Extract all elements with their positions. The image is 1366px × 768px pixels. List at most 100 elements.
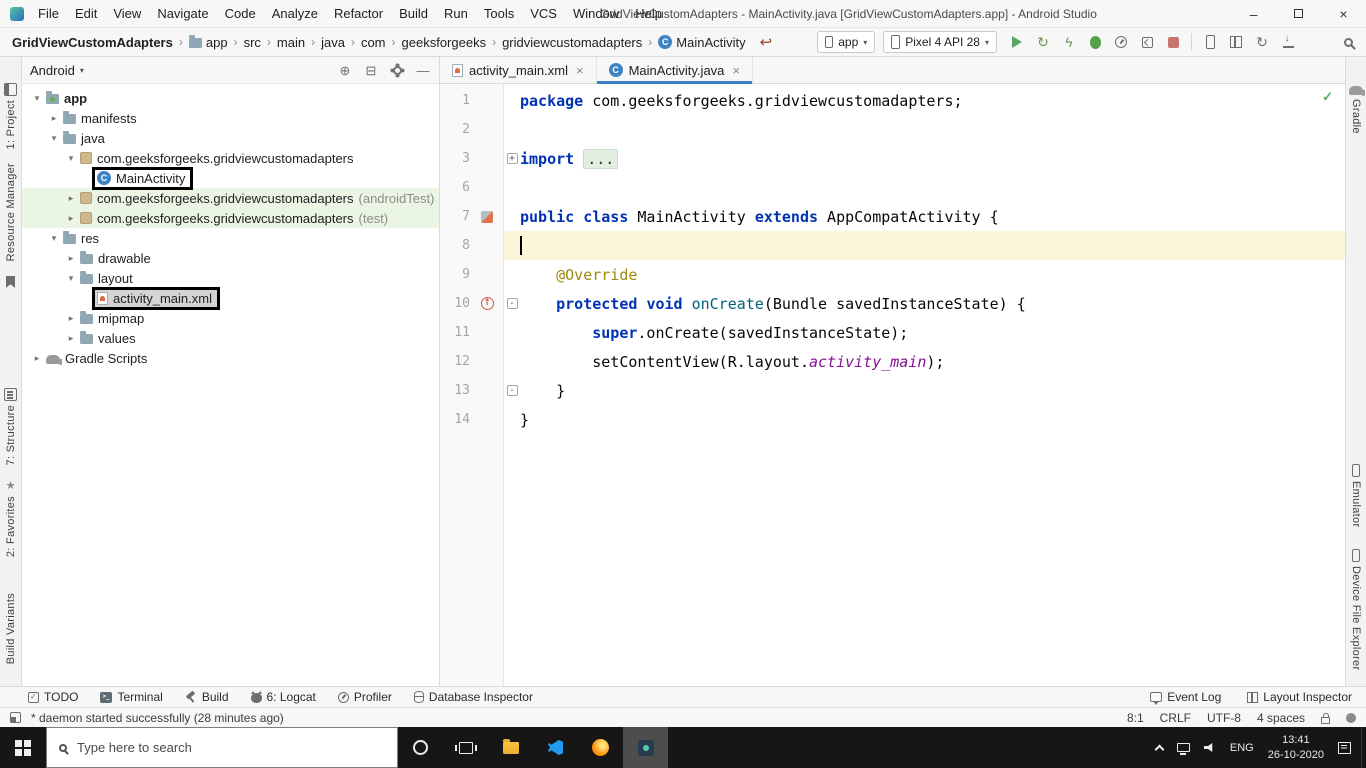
toolwindow-database-inspector[interactable]: Database Inspector xyxy=(413,690,533,704)
readonly-lock-icon[interactable] xyxy=(1321,712,1330,724)
tree-item-app[interactable]: ▾ app xyxy=(22,88,439,108)
minimize-button[interactable]: – xyxy=(1231,0,1276,27)
menu-refactor[interactable]: Refactor xyxy=(326,0,391,28)
code-line[interactable]: public class MainActivity extends AppCom… xyxy=(520,208,999,226)
project-collapse-all-icon[interactable]: ⊟ xyxy=(363,59,379,81)
code-line[interactable]: setContentView(R.layout. activity_main); xyxy=(520,353,944,371)
taskbar-file-explorer[interactable] xyxy=(488,727,533,768)
tree-expanded-arrow-icon[interactable]: ▾ xyxy=(47,133,61,144)
tree-collapsed-arrow-icon[interactable]: ▸ xyxy=(64,253,78,264)
menu-edit[interactable]: Edit xyxy=(67,0,105,28)
toolbar-attach-debugger-icon[interactable] xyxy=(1139,31,1155,53)
tab-activity-main-xml[interactable]: activity_main.xml × xyxy=(440,57,597,83)
tree-collapsed-arrow-icon[interactable]: ▸ xyxy=(47,113,61,124)
stripe-2-favorites[interactable]: ★ 2: Favorites xyxy=(5,481,17,558)
menu-build[interactable]: Build xyxy=(391,0,436,28)
code-line[interactable]: } xyxy=(520,382,565,400)
tool-window-switcher-icon[interactable] xyxy=(10,712,21,723)
code-line[interactable]: import ... xyxy=(520,148,619,169)
tree-item-layout[interactable]: ▾ layout xyxy=(22,268,439,288)
volume-icon[interactable] xyxy=(1203,743,1213,752)
caret-position[interactable]: 8:1 xyxy=(1127,711,1144,725)
menu-analyze[interactable]: Analyze xyxy=(264,0,326,28)
tree-collapsed-arrow-icon[interactable]: ▸ xyxy=(64,313,78,324)
menu-tools[interactable]: Tools xyxy=(476,0,522,28)
breadcrumb-item-src[interactable]: src xyxy=(242,35,263,50)
tree-item-com-geeksforgeeks-gridviewcustomadapters[interactable]: ▾ com.geeksforgeeks.gridviewcustomadapter… xyxy=(22,148,439,168)
toolwindow-6-logcat[interactable]: 6: Logcat xyxy=(250,690,316,704)
toolbar-device-manager-icon[interactable] xyxy=(1202,31,1218,53)
language-indicator[interactable]: ENG xyxy=(1230,742,1254,754)
project-settings-icon[interactable] xyxy=(389,59,405,81)
toolbar-gradle-sync-icon[interactable]: ↻ xyxy=(1254,31,1270,53)
tree-item-mipmap[interactable]: ▸ mipmap xyxy=(22,308,439,328)
tree-expanded-arrow-icon[interactable]: ▾ xyxy=(64,153,78,164)
line-separator[interactable]: CRLF xyxy=(1160,711,1191,725)
menu-run[interactable]: Run xyxy=(436,0,476,28)
code-line[interactable]: super .onCreate(savedInstanceState); xyxy=(520,324,908,342)
breadcrumb-item-com[interactable]: com xyxy=(359,35,388,50)
tree-expanded-arrow-icon[interactable]: ▾ xyxy=(64,273,78,284)
toolwindow-todo[interactable]: TODO xyxy=(28,690,78,704)
toolbar-run-icon[interactable] xyxy=(1009,31,1025,53)
network-icon[interactable] xyxy=(1176,743,1190,755)
menu-view[interactable]: View xyxy=(105,0,149,28)
tree-item-gradle-scripts[interactable]: ▸ Gradle Scripts xyxy=(22,348,439,368)
tree-item-com-geeksforgeeks-gridviewcustomadapters-test[interactable]: ▸ com.geeksforgeeks.gridviewcustomadapter… xyxy=(22,208,439,228)
run-configuration-dropdown[interactable]: app ▾ xyxy=(817,31,876,53)
project-view-selector[interactable]: Android ▾ xyxy=(30,63,84,78)
breadcrumb-item-gridviewcustomadapters[interactable]: GridViewCustomAdapters xyxy=(10,35,175,50)
taskbar-firefox[interactable] xyxy=(578,727,623,768)
start-button[interactable] xyxy=(0,727,46,768)
code-line[interactable]: } xyxy=(520,411,529,429)
tree-item-drawable[interactable]: ▸ drawable xyxy=(22,248,439,268)
tree-collapsed-arrow-icon[interactable]: ▸ xyxy=(64,193,78,204)
project-hide-icon[interactable]: — xyxy=(415,59,431,81)
taskbar-cortana[interactable] xyxy=(398,727,443,768)
recent-navigation-icon[interactable]: ↩ xyxy=(760,33,773,51)
breadcrumb-item-geeksforgeeks[interactable]: geeksforgeeks xyxy=(400,35,489,50)
toolbar-sdk-manager-icon[interactable] xyxy=(1280,31,1296,53)
toolwindow-profiler[interactable]: Profiler xyxy=(337,690,392,704)
breadcrumb-item-main[interactable]: main xyxy=(275,35,307,50)
stripe-1-project[interactable]: 1: Project xyxy=(4,83,17,149)
stripe-gradle[interactable]: Gradle xyxy=(1349,83,1365,134)
file-encoding[interactable]: UTF-8 xyxy=(1207,711,1241,725)
tab-mainactivity-java[interactable]: C MainActivity.java × xyxy=(596,57,753,84)
tree-collapsed-arrow-icon[interactable]: ▸ xyxy=(30,353,44,364)
taskbar-android-studio[interactable] xyxy=(623,727,668,768)
breadcrumb-item-java[interactable]: java xyxy=(319,35,347,50)
tree-item-res[interactable]: ▾ res xyxy=(22,228,439,248)
close-tab-icon[interactable]: × xyxy=(732,63,740,78)
action-center-icon[interactable] xyxy=(1338,741,1351,754)
class-gutter-icon[interactable] xyxy=(481,210,493,223)
tree-collapsed-arrow-icon[interactable]: ▸ xyxy=(64,333,78,344)
inspections-profile-icon[interactable] xyxy=(1346,712,1356,723)
tree-expanded-arrow-icon[interactable]: ▾ xyxy=(30,93,44,104)
toolbar-debug-icon[interactable] xyxy=(1087,31,1103,53)
hidden-icons-chevron-icon[interactable] xyxy=(1154,744,1165,754)
menu-vcs[interactable]: VCS xyxy=(522,0,565,28)
tree-item-manifests[interactable]: ▸ manifests xyxy=(22,108,439,128)
tree-item-values[interactable]: ▸ values xyxy=(22,328,439,348)
taskbar-vscode[interactable] xyxy=(533,727,578,768)
toolbar-search-icon[interactable] xyxy=(1340,31,1356,53)
tree-item-mainactivity[interactable]: C MainActivity xyxy=(22,166,439,190)
project-locate-icon[interactable]: ⊕ xyxy=(337,59,353,81)
editor-code[interactable]: 1 package com.geeksforgeeks.gridviewcusto… xyxy=(440,84,1345,434)
indent-setting[interactable]: 4 spaces xyxy=(1257,711,1305,725)
fold-plus-icon[interactable]: + xyxy=(506,153,518,164)
stripe-device-file-explorer[interactable]: Device File Explorer xyxy=(1350,549,1362,671)
breadcrumb-item-app[interactable]: app xyxy=(187,35,230,50)
tree-expanded-arrow-icon[interactable]: ▾ xyxy=(47,233,61,244)
close-tab-icon[interactable]: × xyxy=(576,63,584,78)
fold-minus-icon[interactable]: - xyxy=(506,385,518,396)
taskbar-search[interactable]: Type here to search xyxy=(46,727,398,768)
stripe-resource-manager[interactable]: Resource Manager xyxy=(5,163,17,261)
toolbar-profile-icon[interactable] xyxy=(1113,31,1129,53)
tree-collapsed-arrow-icon[interactable]: ▸ xyxy=(64,213,78,224)
tree-item-com-geeksforgeeks-gridviewcustomadapters-androidtest[interactable]: ▸ com.geeksforgeeks.gridviewcustomadapter… xyxy=(22,188,439,208)
breadcrumb-item-mainactivity[interactable]: C MainActivity xyxy=(656,35,747,50)
breadcrumb-item-gridviewcustomadapters[interactable]: gridviewcustomadapters xyxy=(500,35,644,50)
close-button[interactable]: × xyxy=(1321,0,1366,27)
